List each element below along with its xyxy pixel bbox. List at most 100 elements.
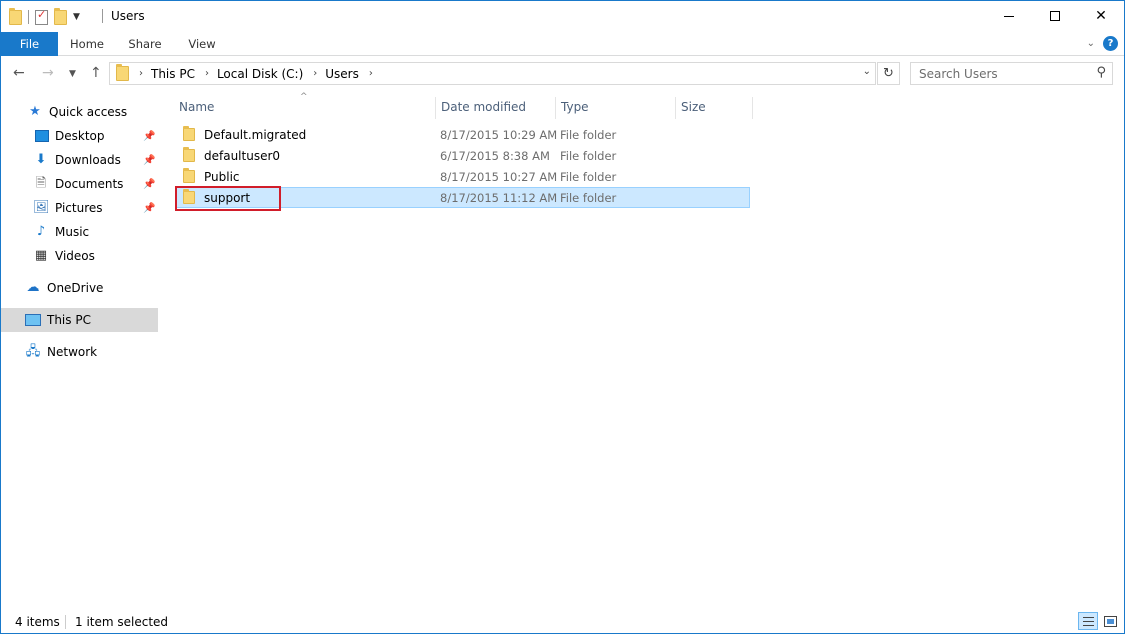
file-row-selected[interactable]: support 8/17/2015 11:12 AM File folder — [175, 187, 750, 208]
tab-view[interactable]: View — [183, 32, 221, 56]
pin-icon[interactable]: 📌 — [143, 155, 155, 166]
forward-arrow-icon[interactable]: → — [42, 65, 54, 81]
sidebar-item-downloads[interactable]: ⬇ Downloads 📌 — [1, 148, 158, 172]
customize-toolbar-chevron-icon[interactable]: ▼ — [73, 12, 80, 22]
sidebar-item-label: Music — [55, 225, 90, 239]
column-header-size[interactable]: Size — [675, 97, 753, 119]
folder-icon — [183, 147, 195, 162]
pin-icon[interactable]: 📌 — [143, 131, 155, 142]
sidebar-item-onedrive[interactable]: ☁ OneDrive — [1, 276, 158, 300]
file-date: 8/17/2015 10:27 AM — [440, 169, 558, 184]
breadcrumb-this-pc[interactable]: This PC — [151, 67, 195, 81]
column-header-name[interactable]: Name — [174, 97, 432, 119]
pin-icon[interactable]: 📌 — [143, 203, 155, 214]
star-icon: ★ — [29, 104, 41, 119]
large-icons-view-button[interactable] — [1100, 612, 1120, 630]
breadcrumb-chevron-icon[interactable]: › — [369, 68, 373, 79]
file-row[interactable]: defaultuser0 6/17/2015 8:38 AM File fold… — [175, 145, 750, 166]
breadcrumb-chevron-icon[interactable]: › — [139, 68, 143, 79]
column-header-date[interactable]: Date modified — [435, 97, 553, 119]
navigation-bar: ← → ▼ ↑ › This PC › Local Disk (C:) › Us… — [1, 57, 1124, 91]
breadcrumb-chevron-icon[interactable]: › — [313, 68, 317, 79]
explorer-window: ▼ Users ✕ File Home Share View ⌄ ? ← → ▼… — [0, 0, 1125, 634]
file-date: 8/17/2015 10:29 AM — [440, 127, 558, 142]
breadcrumb-chevron-icon[interactable]: › — [205, 68, 209, 79]
file-type: File folder — [560, 169, 617, 184]
sidebar-item-label: Videos — [55, 249, 95, 263]
file-row[interactable]: Default.migrated 8/17/2015 10:29 AM File… — [175, 124, 750, 145]
minimize-button[interactable] — [986, 1, 1032, 31]
details-view-button[interactable] — [1078, 612, 1098, 630]
window-title: Users — [111, 9, 145, 23]
navigation-pane: ★ Quick access Desktop 📌 ⬇ Downloads 📌 🗎… — [1, 92, 161, 607]
file-name: Public — [204, 169, 240, 184]
tab-share[interactable]: Share — [125, 32, 165, 56]
maximize-button[interactable] — [1032, 1, 1078, 31]
music-note-icon: ♪ — [36, 224, 46, 239]
sidebar-item-network[interactable]: 🖧 Network — [1, 340, 158, 364]
sidebar-item-pictures[interactable]: 🖼 Pictures 📌 — [1, 196, 158, 220]
tab-file[interactable]: File — [1, 32, 58, 56]
address-bar[interactable]: › This PC › Local Disk (C:) › Users › ⌄ — [109, 62, 876, 85]
file-type: File folder — [560, 148, 617, 163]
recent-locations-chevron-icon[interactable]: ▼ — [69, 69, 76, 79]
column-header-type[interactable]: Type — [555, 97, 673, 119]
properties-icon[interactable] — [35, 8, 48, 25]
large-icons-view-icon — [1104, 616, 1117, 627]
search-icon[interactable]: ⚲ — [1096, 65, 1106, 80]
maximize-icon — [1050, 11, 1060, 21]
sidebar-item-label: Quick access — [49, 105, 128, 119]
breadcrumb-users[interactable]: Users — [325, 67, 359, 81]
file-name-cell: Default.migrated — [183, 126, 306, 142]
file-name-cell: defaultuser0 — [183, 147, 281, 163]
selection-count: 1 item selected — [75, 615, 169, 629]
sidebar-item-this-pc[interactable]: This PC — [1, 308, 158, 332]
document-icon: 🗎 — [35, 176, 47, 191]
search-box[interactable]: ⚲ — [910, 62, 1113, 85]
new-folder-icon[interactable] — [54, 7, 67, 25]
folder-icon — [183, 168, 195, 183]
file-row[interactable]: Public 8/17/2015 10:27 AM File folder — [175, 166, 750, 187]
minimize-icon — [1004, 15, 1014, 17]
sidebar-item-label: Network — [47, 345, 98, 359]
title-bar: ▼ Users ✕ — [1, 1, 1124, 32]
back-arrow-icon[interactable]: ← — [13, 65, 25, 81]
search-input[interactable] — [911, 63, 1086, 84]
folder-icon — [183, 189, 195, 204]
tab-home[interactable]: Home — [65, 32, 109, 56]
sidebar-item-desktop[interactable]: Desktop 📌 — [1, 124, 158, 148]
file-name: support — [204, 190, 251, 205]
sidebar-item-videos[interactable]: ▦ Videos — [1, 244, 158, 268]
ribbon-controls: ⌄ ? — [1087, 36, 1118, 51]
file-name: defaultuser0 — [204, 148, 281, 163]
sidebar-item-label: Downloads — [55, 153, 121, 167]
sidebar-item-label: Desktop — [55, 129, 105, 143]
sidebar-item-label: OneDrive — [47, 281, 104, 295]
desktop-icon — [35, 130, 49, 142]
title-divider — [102, 9, 103, 23]
status-divider — [65, 615, 66, 629]
folder-icon[interactable] — [9, 7, 22, 25]
item-count: 4 items — [15, 615, 60, 629]
refresh-button[interactable]: ↻ — [877, 62, 900, 85]
sidebar-item-quick-access[interactable]: ★ Quick access — [1, 100, 158, 124]
sidebar-item-music[interactable]: ♪ Music — [1, 220, 158, 244]
address-history-chevron-icon[interactable]: ⌄ — [863, 66, 871, 77]
expand-ribbon-chevron-icon[interactable]: ⌄ — [1087, 38, 1095, 49]
close-button[interactable]: ✕ — [1078, 1, 1124, 31]
download-arrow-icon: ⬇ — [35, 152, 47, 167]
up-arrow-icon[interactable]: ↑ — [90, 65, 102, 81]
file-name-cell: Public — [183, 168, 240, 184]
close-icon: ✕ — [1095, 8, 1107, 24]
file-name-cell: support — [183, 189, 251, 205]
sidebar-item-label: Pictures — [55, 201, 103, 215]
pin-icon[interactable]: 📌 — [143, 179, 155, 190]
help-icon[interactable]: ? — [1103, 36, 1118, 51]
address-folder-icon — [116, 64, 129, 81]
file-date: 8/17/2015 11:12 AM — [440, 190, 558, 205]
status-bar: 4 items 1 item selected — [1, 609, 1124, 633]
network-icon: 🖧 — [25, 344, 41, 359]
folder-icon — [183, 126, 195, 141]
sidebar-item-documents[interactable]: 🗎 Documents 📌 — [1, 172, 158, 196]
breadcrumb-local-disk[interactable]: Local Disk (C:) — [217, 67, 303, 81]
